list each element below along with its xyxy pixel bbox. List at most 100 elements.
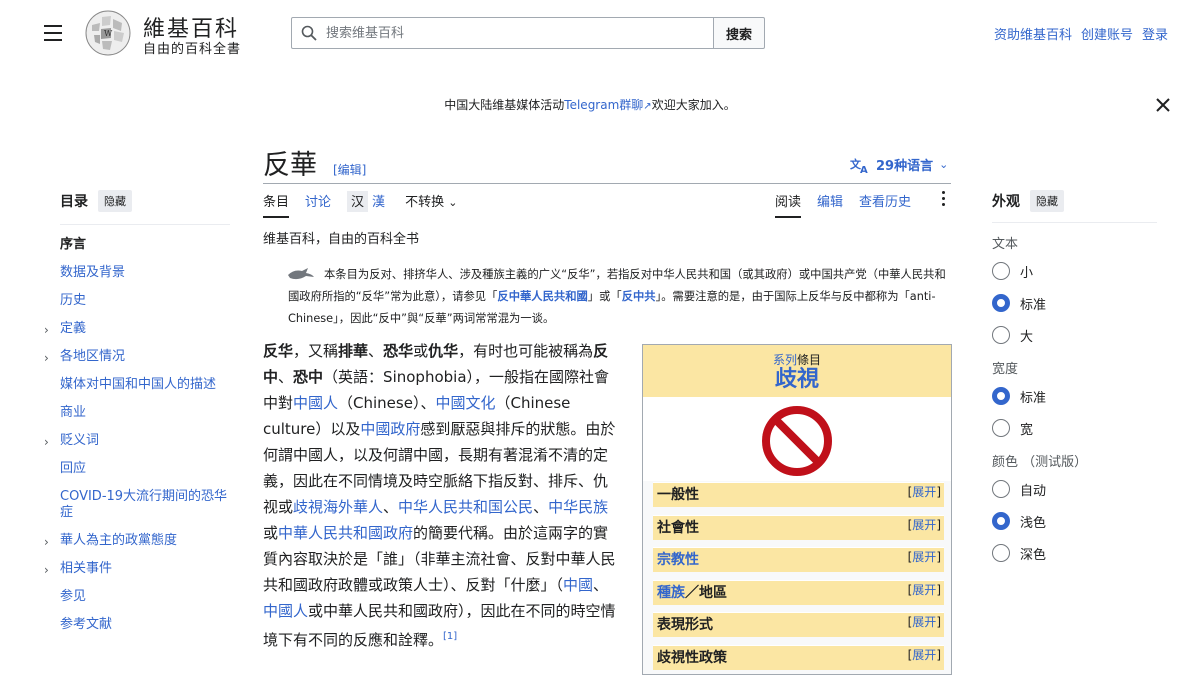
width-option[interactable]: 宽 (992, 419, 1157, 438)
hatnote-link-anti-ccp[interactable]: 反中共 (622, 290, 656, 303)
create-account-link[interactable]: 创建账号 (1081, 24, 1133, 43)
expand-toggle[interactable]: [展开] (908, 643, 941, 668)
more-actions-icon[interactable] (940, 191, 946, 209)
main-menu-button[interactable] (44, 25, 62, 41)
reference-link[interactable]: [1] (443, 631, 457, 642)
telegram-link[interactable]: Telegram群聊 (564, 98, 643, 112)
infobox-row-label: 社會性 (657, 519, 699, 536)
toc-item[interactable]: 参考文献 (60, 617, 230, 633)
radio-button[interactable] (992, 326, 1010, 344)
wikipedia-globe-logo[interactable]: W (84, 9, 132, 57)
title-divider (263, 183, 951, 184)
toc-item[interactable]: 历史 (60, 293, 230, 309)
body-text: 、 (533, 498, 549, 516)
radio-button[interactable] (992, 262, 1010, 280)
chevron-right-icon[interactable]: › (44, 350, 49, 366)
toc-hide-button[interactable]: 隐藏 (98, 190, 132, 212)
toc-item[interactable]: › 贬义词 (44, 433, 230, 449)
link-chinese-government[interactable]: 中國政府 (360, 420, 420, 438)
width-option[interactable]: 标准 (992, 387, 1157, 406)
text-size-option[interactable]: 大 (992, 326, 1157, 345)
expand-label[interactable]: 展开 (912, 583, 936, 597)
radio-button[interactable] (992, 480, 1010, 498)
expand-label[interactable]: 展开 (912, 648, 936, 662)
link-prc-citizens[interactable]: 中华人民共和国公民 (398, 498, 533, 516)
chevron-right-icon[interactable]: › (44, 562, 49, 578)
toc-item[interactable]: COVID-19大流行期间的恐华症 (60, 489, 230, 521)
discrimination-series-infobox: 系列條目 歧視 一般性 [展开] 社會性 [展开] 宗教性 [展开] 種族／地區 [展开] 表現… (642, 344, 952, 675)
chevron-right-icon[interactable]: › (44, 434, 49, 450)
toc-item[interactable]: › 定義 (44, 321, 230, 337)
expand-label[interactable]: 展开 (912, 550, 936, 564)
prohibition-icon[interactable] (761, 405, 833, 477)
radio-button[interactable] (992, 387, 1010, 405)
expand-label[interactable]: 展开 (912, 485, 936, 499)
infobox-row-label[interactable]: 宗教性 (657, 552, 699, 568)
text-size-option[interactable]: 标准 (992, 294, 1157, 313)
variant-simplified[interactable]: 汉 (347, 191, 369, 212)
infobox-row: 宗教性 [展开] (653, 547, 944, 572)
toc-item[interactable]: 序言 (60, 237, 230, 253)
link-chinese-culture[interactable]: 中國文化 (435, 394, 495, 412)
link-overseas-chinese-discrimination[interactable]: 歧視海外華人 (293, 498, 383, 516)
chevron-right-icon[interactable]: › (44, 322, 49, 338)
expand-toggle[interactable]: [展开] (908, 480, 941, 505)
tab-edit[interactable]: 编辑 (817, 191, 843, 218)
radio-button[interactable] (992, 419, 1010, 437)
toc-item[interactable]: 回应 (60, 461, 230, 477)
variant-traditional[interactable]: 漢 (368, 191, 389, 212)
expand-toggle[interactable]: [展开] (908, 610, 941, 635)
expand-label[interactable]: 展开 (912, 615, 936, 629)
no-convert-label: 不转换 (405, 195, 445, 210)
text-size-label: 文本 (992, 237, 1019, 252)
toc-item[interactable]: › 華人為主的政黨態度 (44, 533, 230, 549)
toc-item[interactable]: › 各地区情况 (44, 349, 230, 365)
logo-tagline: 自由的百科全書 (143, 42, 242, 57)
tab-talk[interactable]: 讨论 (305, 191, 331, 218)
chevron-right-icon[interactable]: › (44, 534, 49, 550)
login-link[interactable]: 登录 (1142, 24, 1168, 43)
radio-button[interactable] (992, 512, 1010, 530)
tab-history[interactable]: 查看历史 (859, 191, 911, 218)
translate-icon: 文 A (850, 157, 868, 174)
toc-item[interactable]: 参见 (60, 589, 230, 605)
close-icon[interactable] (1154, 96, 1172, 114)
expand-toggle[interactable]: [展开] (908, 513, 941, 538)
color-option[interactable]: 自动 (992, 480, 1157, 499)
color-option[interactable]: 深色 (992, 544, 1157, 563)
svg-text:A: A (860, 165, 868, 174)
text-size-option[interactable]: 小 (992, 262, 1157, 281)
search-input[interactable] (326, 18, 706, 48)
body-text: 或中華人民共和國政府），因此在不同的時空情境下有不同的反應和詮釋。 (263, 602, 616, 649)
tab-article[interactable]: 条目 (263, 191, 290, 218)
radio-button[interactable] (992, 294, 1010, 312)
expand-label[interactable]: 展开 (912, 518, 936, 532)
infobox-row-label[interactable]: 種族 (657, 585, 685, 601)
tab-read[interactable]: 阅读 (775, 191, 802, 218)
color-group: 颜色 （测试版） 自动 浅色 深色 (992, 451, 1157, 563)
link-chinese-people-2[interactable]: 中國人 (263, 602, 308, 620)
toc-item[interactable]: › 相关事件 (44, 561, 230, 577)
text-size-group: 文本 小标准大 (992, 233, 1157, 345)
color-option[interactable]: 浅色 (992, 512, 1157, 531)
hatnote-link-prc[interactable]: 反中華人民共和國 (497, 290, 587, 303)
toc-item[interactable]: 媒体对中国和中国人的描述 (60, 377, 230, 393)
series-link[interactable]: 系列 (773, 353, 797, 367)
toc-item[interactable]: 商业 (60, 405, 230, 421)
donate-link[interactable]: 资助维基百科 (994, 24, 1072, 43)
expand-toggle[interactable]: [展开] (908, 545, 941, 570)
no-convert-dropdown[interactable]: 不转换 ⌄ (405, 191, 457, 218)
term-bold: 反华 (263, 342, 294, 360)
link-chinese-people[interactable]: 中國人 (293, 394, 338, 412)
appearance-hide-button[interactable]: 隐藏 (1030, 190, 1064, 212)
infobox-title[interactable]: 歧視 (643, 368, 951, 392)
title-edit-link[interactable]: [编辑] (333, 161, 366, 178)
language-button[interactable]: 文 A 29种语言 ⌄ (850, 155, 948, 175)
expand-toggle[interactable]: [展开] (908, 578, 941, 603)
link-chinese-nation[interactable]: 中华民族 (548, 498, 608, 516)
radio-button[interactable] (992, 544, 1010, 562)
link-china[interactable]: 中國 (563, 576, 593, 594)
toc-item[interactable]: 数据及背景 (60, 265, 230, 281)
link-prc-government[interactable]: 中華人民共和國政府 (278, 524, 413, 542)
search-button[interactable]: 搜索 (713, 17, 765, 49)
